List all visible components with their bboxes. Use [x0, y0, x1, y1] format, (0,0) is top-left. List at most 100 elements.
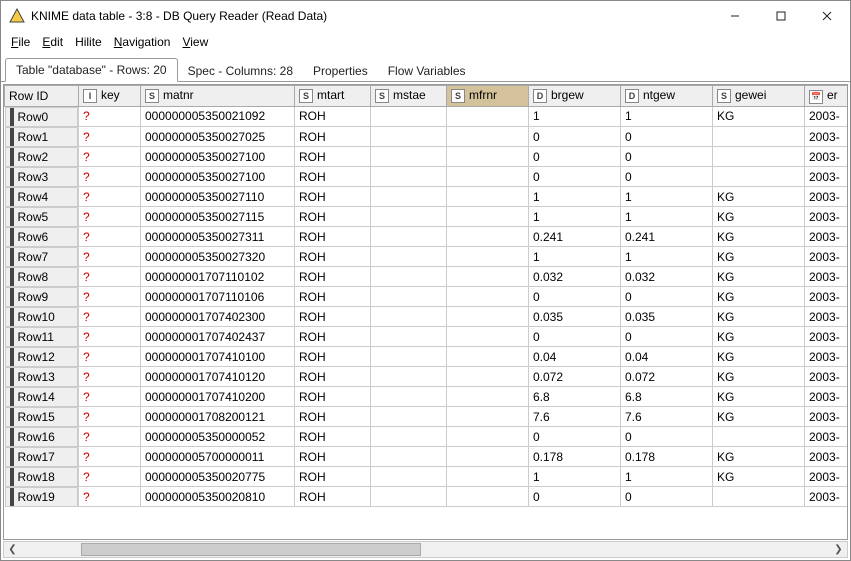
cell-mstae	[371, 367, 447, 387]
row-id-cell[interactable]: Row14	[5, 387, 79, 407]
table-row[interactable]: Row12?000000001707410100ROH0.040.04KG200…	[5, 347, 849, 367]
cell-ntgew: 1	[621, 106, 713, 127]
cell-mtart: ROH	[295, 387, 371, 407]
cell-gewei: KG	[713, 287, 805, 307]
cell-mtart: ROH	[295, 227, 371, 247]
table-row[interactable]: Row17?000000005700000011ROH0.1780.178KG2…	[5, 447, 849, 467]
cell-mtart: ROH	[295, 127, 371, 147]
cell-mstae	[371, 327, 447, 347]
cell-mtart: ROH	[295, 367, 371, 387]
table-row[interactable]: Row7?000000005350027320ROH11KG2003-	[5, 247, 849, 267]
tab-spec[interactable]: Spec - Columns: 28	[178, 60, 303, 82]
col-key[interactable]: Ikey	[79, 86, 141, 107]
table-row[interactable]: Row0?000000005350021092ROH11KG2003-	[5, 106, 849, 127]
cell-key: ?	[79, 247, 141, 267]
menu-hilite[interactable]: Hilite	[71, 33, 106, 51]
col-er[interactable]: 📅er	[805, 86, 849, 107]
cell-ntgew: 0.04	[621, 347, 713, 367]
table-row[interactable]: Row8?000000001707110102ROH0.0320.032KG20…	[5, 267, 849, 287]
cell-key: ?	[79, 467, 141, 487]
cell-gewei: KG	[713, 106, 805, 127]
table-row[interactable]: Row14?000000001707410200ROH6.86.8KG2003-	[5, 387, 849, 407]
cell-key: ?	[79, 487, 141, 507]
menu-file[interactable]: File	[7, 33, 34, 51]
cell-mfrnr	[447, 327, 529, 347]
row-id-cell[interactable]: Row0	[5, 107, 79, 127]
table-row[interactable]: Row1?000000005350027025ROH002003-	[5, 127, 849, 147]
row-id-cell[interactable]: Row3	[5, 167, 79, 187]
row-id-cell[interactable]: Row6	[5, 227, 79, 247]
cell-brgew: 0	[529, 427, 621, 447]
cell-gewei: KG	[713, 467, 805, 487]
col-ntgew[interactable]: Dntgew	[621, 86, 713, 107]
col-matnr[interactable]: Smatnr	[141, 86, 295, 107]
table-row[interactable]: Row4?000000005350027110ROH11KG2003-	[5, 187, 849, 207]
tab-table[interactable]: Table "database" - Rows: 20	[5, 58, 178, 82]
col-mstae[interactable]: Smstae	[371, 86, 447, 107]
cell-key: ?	[79, 387, 141, 407]
cell-gewei	[713, 167, 805, 187]
col-brgew[interactable]: Dbrgew	[529, 86, 621, 107]
minimize-button[interactable]	[712, 1, 758, 31]
col-rowid[interactable]: Row ID	[5, 86, 79, 107]
scroll-left-arrow[interactable]: ❮	[4, 542, 21, 557]
row-id-cell[interactable]: Row11	[5, 327, 79, 347]
table-row[interactable]: Row19?000000005350020810ROH002003-	[5, 487, 849, 507]
cell-matnr: 000000001707110102	[141, 267, 295, 287]
row-id-cell[interactable]: Row9	[5, 287, 79, 307]
row-id-cell[interactable]: Row8	[5, 267, 79, 287]
col-mtart[interactable]: Smtart	[295, 86, 371, 107]
cell-ntgew: 6.8	[621, 387, 713, 407]
cell-mfrnr	[447, 407, 529, 427]
cell-matnr: 000000005350020775	[141, 467, 295, 487]
row-id-cell[interactable]: Row13	[5, 367, 79, 387]
maximize-button[interactable]	[758, 1, 804, 31]
menu-edit[interactable]: Edit	[38, 33, 67, 51]
table-row[interactable]: Row10?000000001707402300ROH0.0350.035KG2…	[5, 307, 849, 327]
col-gewei[interactable]: Sgewei	[713, 86, 805, 107]
menu-view[interactable]: View	[178, 33, 212, 51]
row-id-cell[interactable]: Row15	[5, 407, 79, 427]
cell-mstae	[371, 487, 447, 507]
table-row[interactable]: Row11?000000001707402437ROH00KG2003-	[5, 327, 849, 347]
table-row[interactable]: Row6?000000005350027311ROH0.2410.241KG20…	[5, 227, 849, 247]
tab-properties[interactable]: Properties	[303, 60, 378, 82]
scroll-right-arrow[interactable]: ❯	[830, 542, 847, 557]
close-button[interactable]	[804, 1, 850, 31]
titlebar: KNIME data table - 3:8 - DB Query Reader…	[1, 1, 850, 31]
menubar: File Edit Hilite Navigation View	[1, 31, 850, 53]
table-row[interactable]: Row3?000000005350027100ROH002003-	[5, 167, 849, 187]
row-id-cell[interactable]: Row7	[5, 247, 79, 267]
cell-mstae	[371, 387, 447, 407]
row-id-cell[interactable]: Row5	[5, 207, 79, 227]
table-row[interactable]: Row13?000000001707410120ROH0.0720.072KG2…	[5, 367, 849, 387]
col-mfrnr[interactable]: Smfrnr	[447, 86, 529, 107]
table-row[interactable]: Row9?000000001707110106ROH00KG2003-	[5, 287, 849, 307]
cell-mtart: ROH	[295, 347, 371, 367]
row-id-cell[interactable]: Row16	[5, 427, 79, 447]
row-id-cell[interactable]: Row4	[5, 187, 79, 207]
tab-flowvars[interactable]: Flow Variables	[378, 60, 476, 82]
cell-matnr: 000000001707410100	[141, 347, 295, 367]
scroll-track[interactable]	[21, 542, 830, 557]
cell-key: ?	[79, 287, 141, 307]
row-id-cell[interactable]: Row17	[5, 447, 79, 467]
horizontal-scrollbar[interactable]: ❮ ❯	[3, 541, 848, 558]
scroll-thumb[interactable]	[81, 543, 421, 556]
cell-ntgew: 0	[621, 167, 713, 187]
row-id-cell[interactable]: Row2	[5, 147, 79, 167]
row-id-cell[interactable]: Row10	[5, 307, 79, 327]
table-row[interactable]: Row2?000000005350027100ROH002003-	[5, 147, 849, 167]
cell-mstae	[371, 127, 447, 147]
row-id-cell[interactable]: Row18	[5, 467, 79, 487]
cell-gewei: KG	[713, 407, 805, 427]
row-id-cell[interactable]: Row1	[5, 127, 79, 147]
cell-mstae	[371, 347, 447, 367]
row-id-cell[interactable]: Row19	[5, 487, 79, 507]
table-row[interactable]: Row16?000000005350000052ROH002003-	[5, 427, 849, 447]
menu-navigation[interactable]: Navigation	[110, 33, 175, 51]
table-row[interactable]: Row15?000000001708200121ROH7.67.6KG2003-	[5, 407, 849, 427]
row-id-cell[interactable]: Row12	[5, 347, 79, 367]
table-row[interactable]: Row18?000000005350020775ROH11KG2003-	[5, 467, 849, 487]
table-row[interactable]: Row5?000000005350027115ROH11KG2003-	[5, 207, 849, 227]
